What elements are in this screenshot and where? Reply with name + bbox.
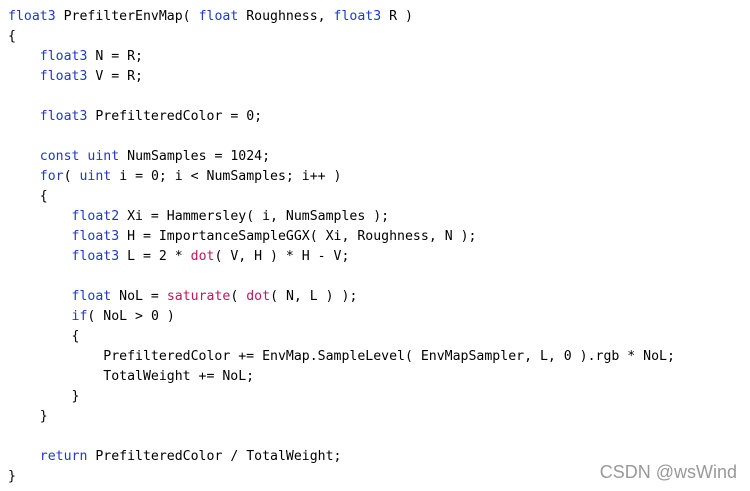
code-line: float3 PrefilteredColor = 0; xyxy=(8,107,675,127)
code-text: ( N, L ) ); xyxy=(270,289,358,304)
watermark-text: CSDN @wsWind xyxy=(599,462,737,482)
code-keyword: uint xyxy=(87,149,120,164)
code-keyword: float3 xyxy=(39,49,88,64)
code-function: saturate xyxy=(166,289,231,304)
code-line: PrefilteredColor += EnvMap.SampleLevel( … xyxy=(8,347,675,367)
code-function: dot xyxy=(190,249,215,264)
code-text: PrefilteredColor += EnvMap.SampleLevel( … xyxy=(8,349,675,364)
code-text: H = ImportanceSampleGGX( Xi, Roughness, … xyxy=(119,229,477,244)
code-line: for( uint i = 0; i < NumSamples; i++ ) xyxy=(8,167,675,187)
code-keyword: const xyxy=(39,149,80,164)
code-function: dot xyxy=(246,289,271,304)
code-text: ( NoL > 0 ) xyxy=(87,309,175,324)
code-line: { xyxy=(8,27,675,47)
code-keyword: uint xyxy=(79,169,112,184)
code-text: PrefilteredColor = 0; xyxy=(87,109,263,124)
code-text: { xyxy=(8,189,48,204)
code-text: ( xyxy=(63,169,80,184)
code-text: i = 0; i < NumSamples; i++ ) xyxy=(111,169,342,184)
code-keyword: float2 xyxy=(71,209,120,224)
code-line: float3 L = 2 * dot( V, H ) * H - V; xyxy=(8,247,675,267)
code-keyword: float3 xyxy=(39,109,88,124)
code-text: TotalWeight += NoL; xyxy=(8,369,255,384)
code-keyword: float3 xyxy=(8,9,56,24)
code-line: } xyxy=(8,467,675,487)
code-text: R ) xyxy=(381,9,413,24)
code-text: } xyxy=(8,469,16,484)
code-keyword: float3 xyxy=(71,249,120,264)
code-line: const uint NumSamples = 1024; xyxy=(8,147,675,167)
code-text: PrefilterEnvMap( xyxy=(55,9,199,24)
code-text: Xi = Hammersley( i, NumSamples ); xyxy=(119,209,390,224)
code-keyword: return xyxy=(39,449,88,464)
code-line: { xyxy=(8,187,675,207)
code-keyword: for xyxy=(39,169,64,184)
code-keyword: float xyxy=(71,289,112,304)
code-line: float3 N = R; xyxy=(8,47,675,67)
code-text: { xyxy=(8,329,80,344)
code-line: } xyxy=(8,387,675,407)
code-keyword: float3 xyxy=(71,229,120,244)
code-text: ( xyxy=(230,289,247,304)
code-line: float3 V = R; xyxy=(8,67,675,87)
code-text: } xyxy=(8,389,80,404)
code-text: V = R; xyxy=(87,69,143,84)
code-text: NoL = xyxy=(111,289,167,304)
code-block: float3 PrefilterEnvMap( float Roughness,… xyxy=(8,7,675,487)
code-line: { xyxy=(8,327,675,347)
code-text: NumSamples = 1024; xyxy=(119,149,271,164)
code-line: if( NoL > 0 ) xyxy=(8,307,675,327)
code-text: { xyxy=(8,29,16,44)
code-line: TotalWeight += NoL; xyxy=(8,367,675,387)
code-keyword: float3 xyxy=(333,9,382,24)
code-line: float3 H = ImportanceSampleGGX( Xi, Roug… xyxy=(8,227,675,247)
code-line: float3 PrefilterEnvMap( float Roughness,… xyxy=(8,7,675,27)
code-text: Roughness, xyxy=(238,9,334,24)
code-line: } xyxy=(8,407,675,427)
code-keyword: float xyxy=(198,9,239,24)
code-text: L = 2 * xyxy=(119,249,191,264)
code-text: PrefilteredColor / TotalWeight; xyxy=(87,449,342,464)
code-text: ( V, H ) * H - V; xyxy=(214,249,350,264)
code-line: float NoL = saturate( dot( N, L ) ); xyxy=(8,287,675,307)
code-line: return PrefilteredColor / TotalWeight; xyxy=(8,447,675,467)
code-keyword: float3 xyxy=(39,69,88,84)
code-keyword: if xyxy=(71,309,88,324)
code-text: N = R; xyxy=(87,49,143,64)
code-text: } xyxy=(8,409,48,424)
code-line: float2 Xi = Hammersley( i, NumSamples ); xyxy=(8,207,675,227)
